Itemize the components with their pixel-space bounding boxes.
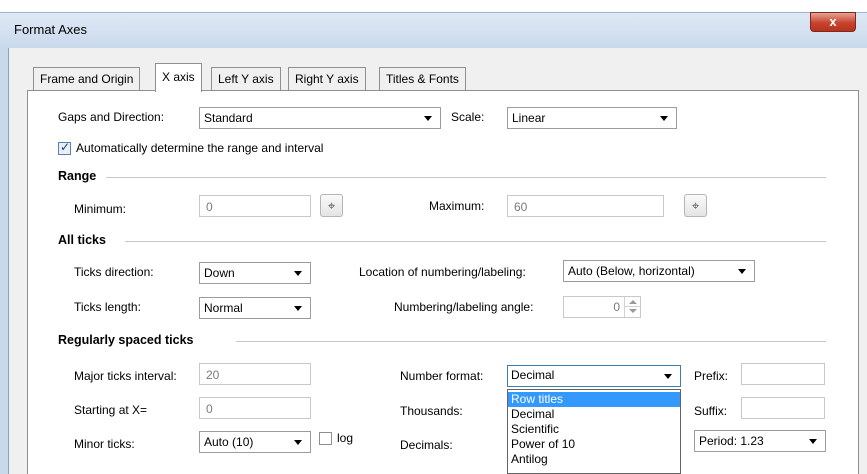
chevron-down-icon xyxy=(738,269,746,274)
suffix-label: Suffix: xyxy=(694,404,728,418)
minor-ticks-select[interactable]: Auto (10) xyxy=(199,431,311,453)
crosshair-picker-icon: ⌖ xyxy=(327,198,336,213)
tab-frame-and-origin[interactable]: Frame and Origin xyxy=(33,67,141,91)
maximum-label: Maximum: xyxy=(429,199,485,213)
spin-down-icon xyxy=(629,309,637,313)
number-format-option-power-of-10[interactable]: Power of 10 xyxy=(508,437,680,452)
starting-at-label: Starting at X= xyxy=(74,403,148,417)
starting-at-input[interactable]: 0 xyxy=(199,397,311,419)
chevron-down-icon xyxy=(294,306,302,311)
starting-at-value: 0 xyxy=(206,402,213,416)
range-divider xyxy=(106,177,826,178)
thousands-label: Thousands: xyxy=(400,404,463,418)
all-ticks-divider xyxy=(125,241,826,242)
gaps-direction-label: Gaps and Direction: xyxy=(58,110,165,124)
prefix-input[interactable] xyxy=(741,363,825,385)
ticks-direction-select[interactable]: Down xyxy=(199,262,311,284)
range-group-title: Range xyxy=(58,169,97,183)
ticks-direction-label: Ticks direction: xyxy=(74,265,154,279)
minimum-value: 0 xyxy=(206,200,213,214)
checkmark-icon: ✓ xyxy=(60,140,71,154)
minimum-label: Minimum: xyxy=(74,202,127,216)
maximum-input[interactable]: 60 xyxy=(507,195,664,217)
scale-value: Linear xyxy=(512,111,546,125)
period-value: Period: 1.23 xyxy=(699,434,764,448)
ticks-direction-value: Down xyxy=(204,266,235,280)
regular-ticks-divider xyxy=(236,341,826,342)
maximum-value: 60 xyxy=(514,200,528,214)
window-frame xyxy=(0,48,8,474)
number-format-option-antilog[interactable]: Antilog xyxy=(508,452,680,467)
angle-value: 0 xyxy=(613,300,620,314)
auto-range-label: Automatically determine the range and in… xyxy=(76,141,324,155)
suffix-input[interactable] xyxy=(741,397,825,419)
chevron-down-icon xyxy=(294,271,302,276)
minor-ticks-label: Minor ticks: xyxy=(74,437,135,451)
title-bar[interactable] xyxy=(0,12,867,48)
chevron-down-icon xyxy=(660,116,668,121)
major-interval-label: Major ticks interval: xyxy=(74,369,177,383)
gaps-direction-value: Standard xyxy=(204,111,253,125)
ticks-length-select[interactable]: Normal xyxy=(199,297,311,319)
chevron-down-icon xyxy=(294,440,302,445)
tab-left-y-axis[interactable]: Left Y axis xyxy=(211,67,281,91)
all-ticks-group-title: All ticks xyxy=(58,233,106,247)
angle-spinner-buttons[interactable] xyxy=(624,297,640,317)
gaps-direction-select[interactable]: Standard xyxy=(199,107,441,129)
location-value: Auto (Below, horizontal) xyxy=(568,264,695,278)
maximum-picker-button[interactable]: ⌖ xyxy=(684,194,707,217)
period-select[interactable]: Period: 1.23 xyxy=(694,430,826,452)
number-format-dropdown-list: Row titles Decimal Scientific Power of 1… xyxy=(507,389,681,474)
decimals-label: Decimals: xyxy=(400,438,453,452)
number-format-option-scientific[interactable]: Scientific xyxy=(508,422,680,437)
log-label: log xyxy=(337,431,354,445)
prefix-label: Prefix: xyxy=(694,369,729,383)
minor-ticks-value: Auto (10) xyxy=(204,435,254,449)
log-checkbox[interactable] xyxy=(319,432,332,445)
number-format-option-decimal[interactable]: Decimal xyxy=(508,407,680,422)
ticks-length-label: Ticks length: xyxy=(74,300,141,314)
tab-titles-and-fonts[interactable]: Titles & Fonts xyxy=(379,67,466,91)
crosshair-picker-icon: ⌖ xyxy=(691,198,700,213)
close-button[interactable]: x xyxy=(810,12,856,32)
minimum-picker-button[interactable]: ⌖ xyxy=(320,194,343,217)
angle-label: Numbering/labeling angle: xyxy=(394,300,534,314)
spin-up-icon xyxy=(629,300,637,304)
format-axes-dialog: Format Axes x Frame and Origin X axis Le… xyxy=(0,0,867,474)
major-interval-input[interactable]: 20 xyxy=(199,363,311,385)
minimum-input[interactable]: 0 xyxy=(199,195,311,217)
angle-spinner[interactable]: 0 xyxy=(563,296,641,318)
location-label: Location of numbering/labeling: xyxy=(359,265,526,279)
number-format-label: Number format: xyxy=(400,369,484,383)
scale-select[interactable]: Linear xyxy=(507,107,677,129)
regular-ticks-group-title: Regularly spaced ticks xyxy=(58,333,194,347)
number-format-value: Decimal xyxy=(511,368,555,382)
chevron-down-icon xyxy=(809,439,817,444)
major-interval-value: 20 xyxy=(206,368,220,382)
location-select[interactable]: Auto (Below, horizontal) xyxy=(563,260,755,282)
scale-label: Scale: xyxy=(451,110,485,124)
tab-right-y-axis[interactable]: Right Y axis xyxy=(288,67,366,91)
ticks-length-value: Normal xyxy=(204,301,243,315)
number-format-option-row-titles[interactable]: Row titles xyxy=(508,392,680,407)
number-format-select[interactable]: Decimal xyxy=(507,365,681,387)
window-title: Format Axes xyxy=(14,22,87,37)
spin-divider xyxy=(625,306,640,307)
tab-x-axis[interactable]: X axis xyxy=(155,63,202,92)
chevron-down-icon xyxy=(424,116,432,121)
chevron-down-icon xyxy=(664,374,672,379)
auto-range-checkbox[interactable]: ✓ xyxy=(58,140,71,155)
